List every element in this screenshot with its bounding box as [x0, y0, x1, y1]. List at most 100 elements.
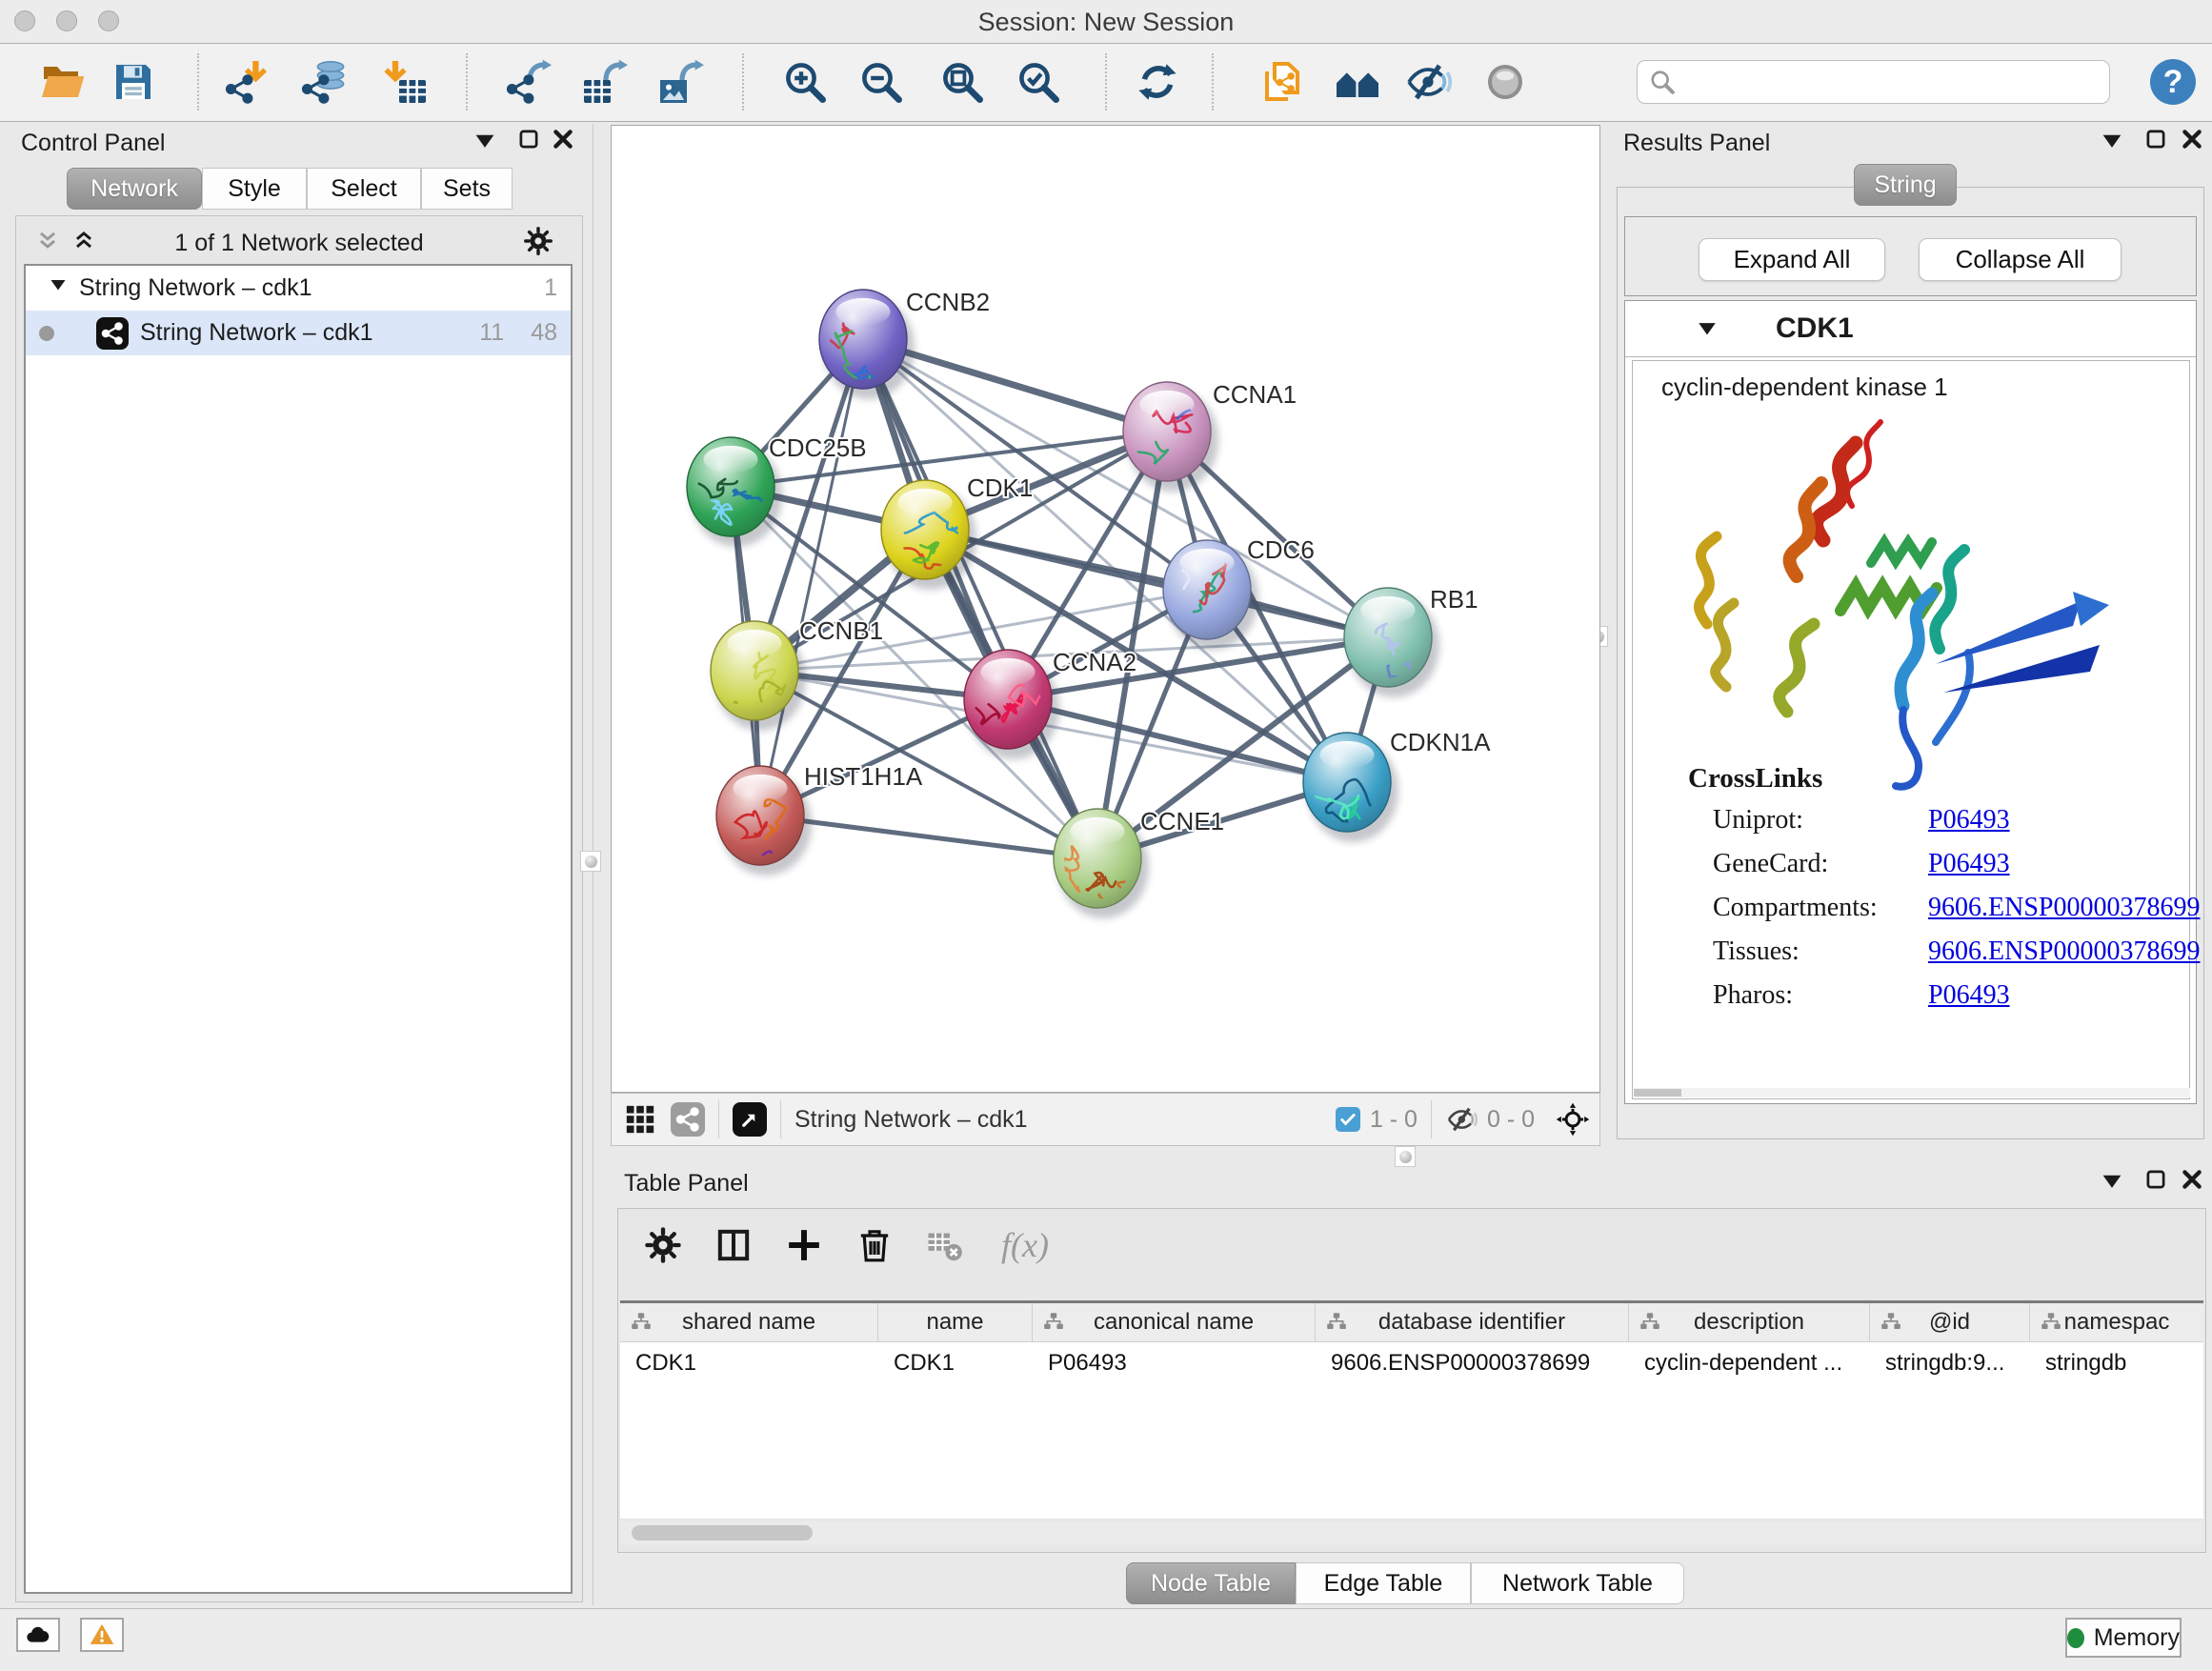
control-panel-close-icon[interactable] [551, 127, 575, 151]
table-hscrollbar[interactable] [620, 1521, 2203, 1544]
open-session-button[interactable] [38, 57, 88, 107]
expand-all-button[interactable]: Expand All [1699, 238, 1885, 281]
cdk1-section-header[interactable]: CDK1 [1625, 301, 2196, 357]
crosslink-link[interactable]: P06493 [1928, 849, 2010, 878]
network-selection-status: 1 of 1 Network selected [16, 230, 582, 257]
zoom-out-button[interactable] [856, 57, 906, 107]
network-collection-row[interactable]: String Network – cdk1 1 [26, 266, 571, 311]
zoom-fit-button[interactable] [937, 57, 987, 107]
network-status-dot-icon [39, 326, 54, 341]
collection-count: 1 [544, 274, 557, 302]
network-panel-body: 1 of 1 Network selected String Network –… [15, 215, 583, 1602]
warning-icon [89, 1621, 115, 1648]
svg-text:HIST1H1A: HIST1H1A [804, 762, 923, 791]
warnings-button[interactable] [80, 1618, 124, 1652]
new-network-from-selection-button[interactable] [1257, 57, 1306, 107]
control-panel-float-icon[interactable] [516, 127, 541, 151]
disclosure-triangle-icon[interactable] [47, 273, 71, 303]
export-table-button[interactable] [580, 57, 630, 107]
crosslink-row: GeneCard: P06493 [1633, 849, 2189, 893]
help-button[interactable]: ? [2150, 59, 2196, 105]
column-header[interactable]: @id [1870, 1303, 2030, 1341]
tab-string[interactable]: String [1854, 164, 1957, 206]
control-panel-collapse-icon[interactable] [471, 127, 499, 155]
window-title: Session: New Session [0, 8, 2212, 37]
network-canvas[interactable]: CCNB2CCNA1CDC25BCDK1CDC6RB1CCNB1CCNA2CDK… [611, 125, 1600, 1093]
birdseye-view-icon[interactable] [733, 1102, 767, 1137]
column-header[interactable]: description [1629, 1303, 1870, 1341]
first-neighbors-button[interactable] [1333, 57, 1382, 107]
hide-selected-button[interactable] [1404, 57, 1454, 107]
export-network-button[interactable] [504, 57, 553, 107]
cloud-icon [25, 1621, 51, 1648]
export-image-button[interactable] [656, 57, 706, 107]
results-panel-float-icon[interactable] [2143, 127, 2168, 151]
add-column-icon[interactable] [783, 1224, 825, 1266]
crosslink-link[interactable]: P06493 [1928, 980, 2010, 1010]
table-hscroll-thumb[interactable] [632, 1525, 813, 1540]
table-row[interactable]: CDK1 CDK1 P06493 9606.ENSP00000378699 cy… [620, 1342, 2203, 1384]
crosslink-label: Compartments: [1713, 893, 1878, 923]
network-view-type-icon[interactable] [671, 1102, 705, 1137]
cell-canonical-name[interactable]: P06493 [1033, 1342, 1316, 1384]
import-network-file-button[interactable] [223, 57, 272, 107]
crosshair-icon[interactable] [1556, 1102, 1590, 1137]
tab-edge-table[interactable]: Edge Table [1296, 1562, 1471, 1604]
cell-description[interactable]: cyclin-dependent ... [1629, 1342, 1870, 1384]
delete-column-icon[interactable] [854, 1224, 895, 1266]
cell-shared-name[interactable]: CDK1 [620, 1342, 878, 1384]
tab-network-table[interactable]: Network Table [1471, 1562, 1684, 1604]
search-icon [1649, 69, 1676, 95]
tab-node-table[interactable]: Node Table [1126, 1562, 1296, 1604]
left-splitter-handle[interactable] [580, 851, 601, 872]
grid-view-icon[interactable] [623, 1102, 657, 1137]
show-columns-icon[interactable] [713, 1224, 754, 1266]
cloud-status-button[interactable] [16, 1618, 60, 1652]
network-options-gear-icon[interactable] [523, 226, 553, 256]
results-panel-collapse-icon[interactable] [2098, 127, 2126, 155]
cell-name[interactable]: CDK1 [878, 1342, 1033, 1384]
column-header[interactable]: name [878, 1303, 1033, 1341]
section-disclosure-icon[interactable] [1694, 315, 1720, 342]
table-options-gear-icon[interactable] [642, 1224, 684, 1266]
crosslink-link[interactable]: 9606.ENSP00000378699 [1928, 893, 2200, 922]
cell-namespace[interactable]: stringdb [2030, 1342, 2203, 1384]
tab-network[interactable]: Network [67, 168, 202, 210]
export-image-icon [658, 59, 704, 105]
column-header[interactable]: canonical name [1033, 1303, 1316, 1341]
cell-database-identifier[interactable]: 9606.ENSP00000378699 [1316, 1342, 1629, 1384]
zoom-fit-icon [939, 59, 985, 105]
tab-style[interactable]: Style [202, 168, 307, 210]
memory-button[interactable]: Memory [2065, 1618, 2182, 1658]
cell-id[interactable]: stringdb:9... [1870, 1342, 2030, 1384]
selected-checkbox-icon[interactable] [1336, 1107, 1360, 1132]
zoom-selected-button[interactable] [1014, 57, 1063, 107]
table-panel-close-icon[interactable] [2180, 1167, 2204, 1192]
column-header[interactable]: database identifier [1316, 1303, 1629, 1341]
search-input[interactable] [1683, 63, 2109, 101]
network-type-icon [96, 317, 129, 350]
results-hscrollbar[interactable] [1634, 1088, 2190, 1097]
svg-text:CDK1: CDK1 [967, 473, 1033, 502]
toolbar-search[interactable] [1637, 60, 2110, 104]
network-row-selected[interactable]: String Network – cdk1 11 48 [26, 311, 571, 355]
zoom-in-button[interactable] [780, 57, 830, 107]
column-header[interactable]: shared name [620, 1303, 878, 1341]
save-session-button[interactable] [109, 57, 158, 107]
import-table-button[interactable] [380, 57, 430, 107]
column-header[interactable]: namespac [2030, 1303, 2203, 1341]
collapse-all-button[interactable]: Collapse All [1919, 238, 2122, 281]
tab-sets[interactable]: Sets [421, 168, 513, 210]
svg-text:CDKN1A: CDKN1A [1390, 728, 1491, 756]
crosslink-label: GeneCard: [1713, 849, 1828, 879]
results-hscroll-thumb[interactable] [1634, 1089, 1681, 1097]
import-network-database-button[interactable] [299, 57, 349, 107]
network-graph[interactable]: CCNB2CCNA1CDC25BCDK1CDC6RB1CCNB1CCNA2CDK… [612, 126, 1599, 1092]
apply-layout-button[interactable] [1133, 57, 1182, 107]
results-panel-close-icon[interactable] [2180, 127, 2204, 151]
crosslink-link[interactable]: 9606.ENSP00000378699 [1928, 936, 2200, 966]
crosslink-link[interactable]: P06493 [1928, 805, 2010, 835]
tab-select[interactable]: Select [307, 168, 421, 210]
table-panel-float-icon[interactable] [2143, 1167, 2168, 1192]
table-panel-collapse-icon[interactable] [2098, 1167, 2126, 1196]
